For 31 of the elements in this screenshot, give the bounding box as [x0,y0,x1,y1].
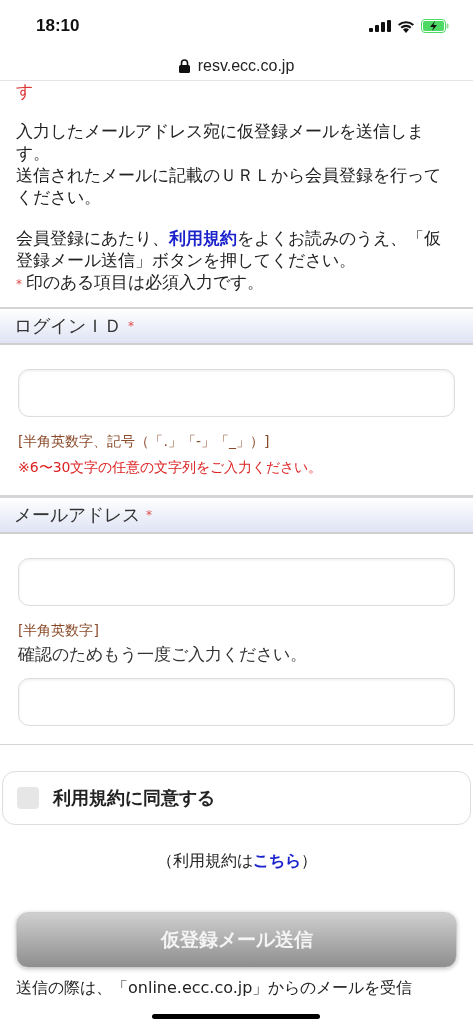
intro-text-end: す [16,81,34,103]
lock-icon [178,59,190,73]
required-mark: * [16,276,22,293]
field-label: メールアドレス [14,503,140,527]
required-mark: * [146,508,152,522]
signal-icon [369,20,391,32]
wifi-icon [397,19,415,33]
input-field[interactable] [18,558,455,606]
input-field[interactable] [18,369,455,417]
battery-charging-icon [421,19,449,33]
checkbox[interactable] [17,787,39,809]
intro-paragraph: 送信されたメールに記載のＵＲＬから会員登録を行ってください。 [16,165,442,209]
confirm-note: 確認のためもう一度ご入力ください。 [18,643,308,666]
length-warning: ※6〜30文字の任意の文字列をご入力ください。 [18,458,324,477]
terms-suffix: ） [300,851,317,870]
intro-paragraph: 入力したメールアドレス宛に仮登録メールを送信します。 [16,121,425,165]
url-text[interactable]: resv.ecc.co.jp [197,57,295,75]
footer-text: 送信の際は、「online.ecc.co.jp」からのメールを受信 [15,978,414,998]
intro-paragraph: 会員登録にあたり、利用規約をよくお読みのうえ、「仮登録メール送信」ボタンを押してください。 [16,228,442,272]
terms-link[interactable]: 利用規約 [169,229,237,248]
agree-checkbox-row[interactable]: 利用規約に同意する [2,771,471,825]
terms-link[interactable]: こちら [252,851,301,870]
field-label: ログインＩＤ [14,314,122,338]
status-time: 18:10 [36,16,80,36]
agree-label: 利用規約に同意する [53,786,215,810]
format-hint: [半角英数字] [18,621,100,640]
terms-prefix: （利用規約は [156,851,253,870]
input-field[interactable] [18,678,455,726]
format-hint: [半角英数字、記号（「.」「-」「_」）] [18,432,271,451]
required-mark: * [128,319,134,333]
required-note: 印のある項目は必須入力です。 [26,272,264,294]
